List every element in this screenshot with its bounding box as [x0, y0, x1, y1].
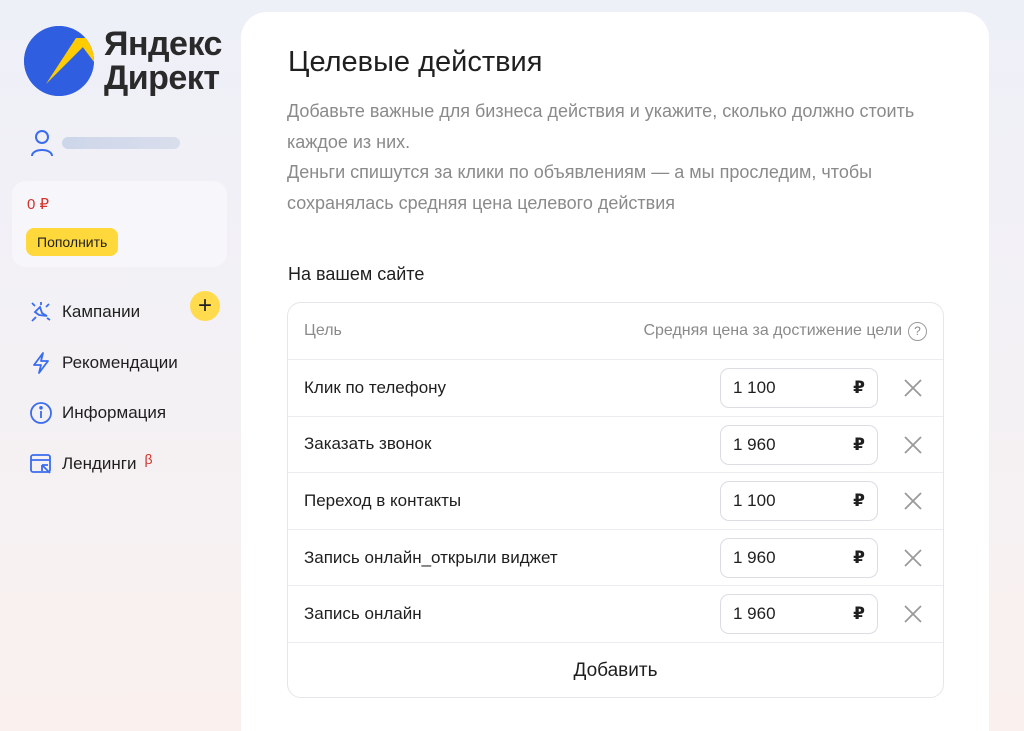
column-price: Средняя цена за достижение цели: [643, 322, 902, 339]
price-value[interactable]: 1 100: [733, 378, 776, 398]
close-icon: [904, 549, 922, 567]
goal-name: Запись онлайн_открыли виджет: [304, 547, 558, 567]
landing-icon: [28, 451, 54, 477]
sidebar-item-recommendations[interactable]: Рекомендации: [28, 338, 228, 389]
direct-logo-icon: [24, 26, 94, 96]
sidebar-nav: Кампании + Рекомендации Информация Ленди…: [28, 287, 228, 489]
close-icon: [904, 492, 922, 510]
column-goal: Цель: [304, 322, 342, 339]
price-value[interactable]: 1 960: [733, 548, 776, 568]
logo[interactable]: Яндекс Директ: [24, 26, 222, 96]
brand-line-1: Яндекс: [104, 25, 222, 63]
topup-button[interactable]: Пополнить: [26, 228, 119, 256]
price-value[interactable]: 1 960: [733, 604, 776, 624]
ruble-icon: ₽: [853, 491, 865, 511]
price-input[interactable]: 1 100 ₽: [720, 481, 878, 522]
target-actions-panel: Целевые действия Добавьте важные для биз…: [241, 12, 989, 731]
beta-badge: β: [144, 450, 153, 467]
table-row: Запись онлайн 1 960 ₽: [288, 586, 943, 643]
user-icon: [30, 128, 54, 158]
sidebar-item-label: Лендинги: [62, 453, 137, 473]
section-title: На вашем сайте: [288, 264, 425, 284]
sidebar-item-campaigns[interactable]: Кампании +: [28, 287, 228, 338]
goal-name: Переход в контакты: [304, 490, 462, 510]
price-input[interactable]: 1 960 ₽: [720, 424, 878, 465]
goal-name: Заказать звонок: [304, 434, 432, 454]
close-icon: [904, 435, 922, 454]
goals-table: Цель Средняя цена за достижение цели ? К…: [287, 302, 944, 698]
table-row: Запись онлайн_открыли виджет 1 960 ₽: [288, 530, 943, 587]
ruble-icon: ₽: [853, 547, 865, 567]
close-icon: [904, 605, 922, 624]
goal-name: Клик по телефону: [304, 377, 447, 397]
user-account[interactable]: [30, 128, 180, 158]
goal-name: Запись онлайн: [304, 604, 422, 624]
sidebar-item-label: Информация: [62, 403, 167, 423]
price-input[interactable]: 1 100 ₽: [720, 368, 878, 408]
sidebar-item-label: Кампании: [62, 302, 141, 322]
ruble-icon: ₽: [853, 434, 865, 454]
campaigns-sparkle-icon: [28, 299, 54, 325]
balance-card: 0 ₽ Пополнить: [12, 181, 227, 267]
remove-goal-button[interactable]: [902, 434, 924, 456]
add-campaign-button[interactable]: +: [190, 291, 220, 321]
remove-goal-button[interactable]: [902, 603, 924, 625]
table-row: Заказать звонок 1 960 ₽: [288, 417, 943, 474]
brand-line-2: Директ: [104, 59, 220, 97]
table-row: Клик по телефону 1 100 ₽: [288, 360, 943, 417]
price-value[interactable]: 1 100: [733, 491, 776, 511]
close-icon: [904, 379, 922, 397]
sidebar-item-landings[interactable]: Лендинги β: [28, 439, 228, 490]
table-header: Цель Средняя цена за достижение цели ?: [288, 303, 943, 360]
balance-amount: 0 ₽: [27, 196, 50, 213]
description-line-1: Добавьте важные для бизнеса действия и у…: [287, 101, 915, 152]
info-icon: [28, 400, 54, 426]
ruble-icon: ₽: [853, 378, 865, 397]
remove-goal-button[interactable]: [902, 490, 924, 512]
remove-goal-button[interactable]: [902, 377, 924, 399]
price-value[interactable]: 1 960: [733, 435, 776, 455]
page-description: Добавьте важные для бизнеса действия и у…: [287, 96, 957, 218]
user-name-placeholder: [62, 137, 180, 149]
page-title: Целевые действия: [288, 46, 543, 78]
brand-name: Яндекс Директ: [104, 27, 222, 95]
lightning-icon: [28, 350, 54, 376]
remove-goal-button[interactable]: [902, 547, 924, 569]
add-goal-button[interactable]: Добавить: [288, 643, 943, 697]
table-row: Переход в контакты 1 100 ₽: [288, 473, 943, 530]
price-input[interactable]: 1 960 ₽: [720, 594, 878, 635]
sidebar-item-label: Рекомендации: [62, 352, 178, 372]
price-input[interactable]: 1 960 ₽: [720, 537, 878, 578]
description-line-2: Деньги спишутся за клики по объявлениям …: [287, 162, 873, 213]
ruble-icon: ₽: [853, 604, 865, 624]
help-icon[interactable]: ?: [908, 321, 927, 341]
sidebar-item-information[interactable]: Информация: [28, 388, 228, 439]
